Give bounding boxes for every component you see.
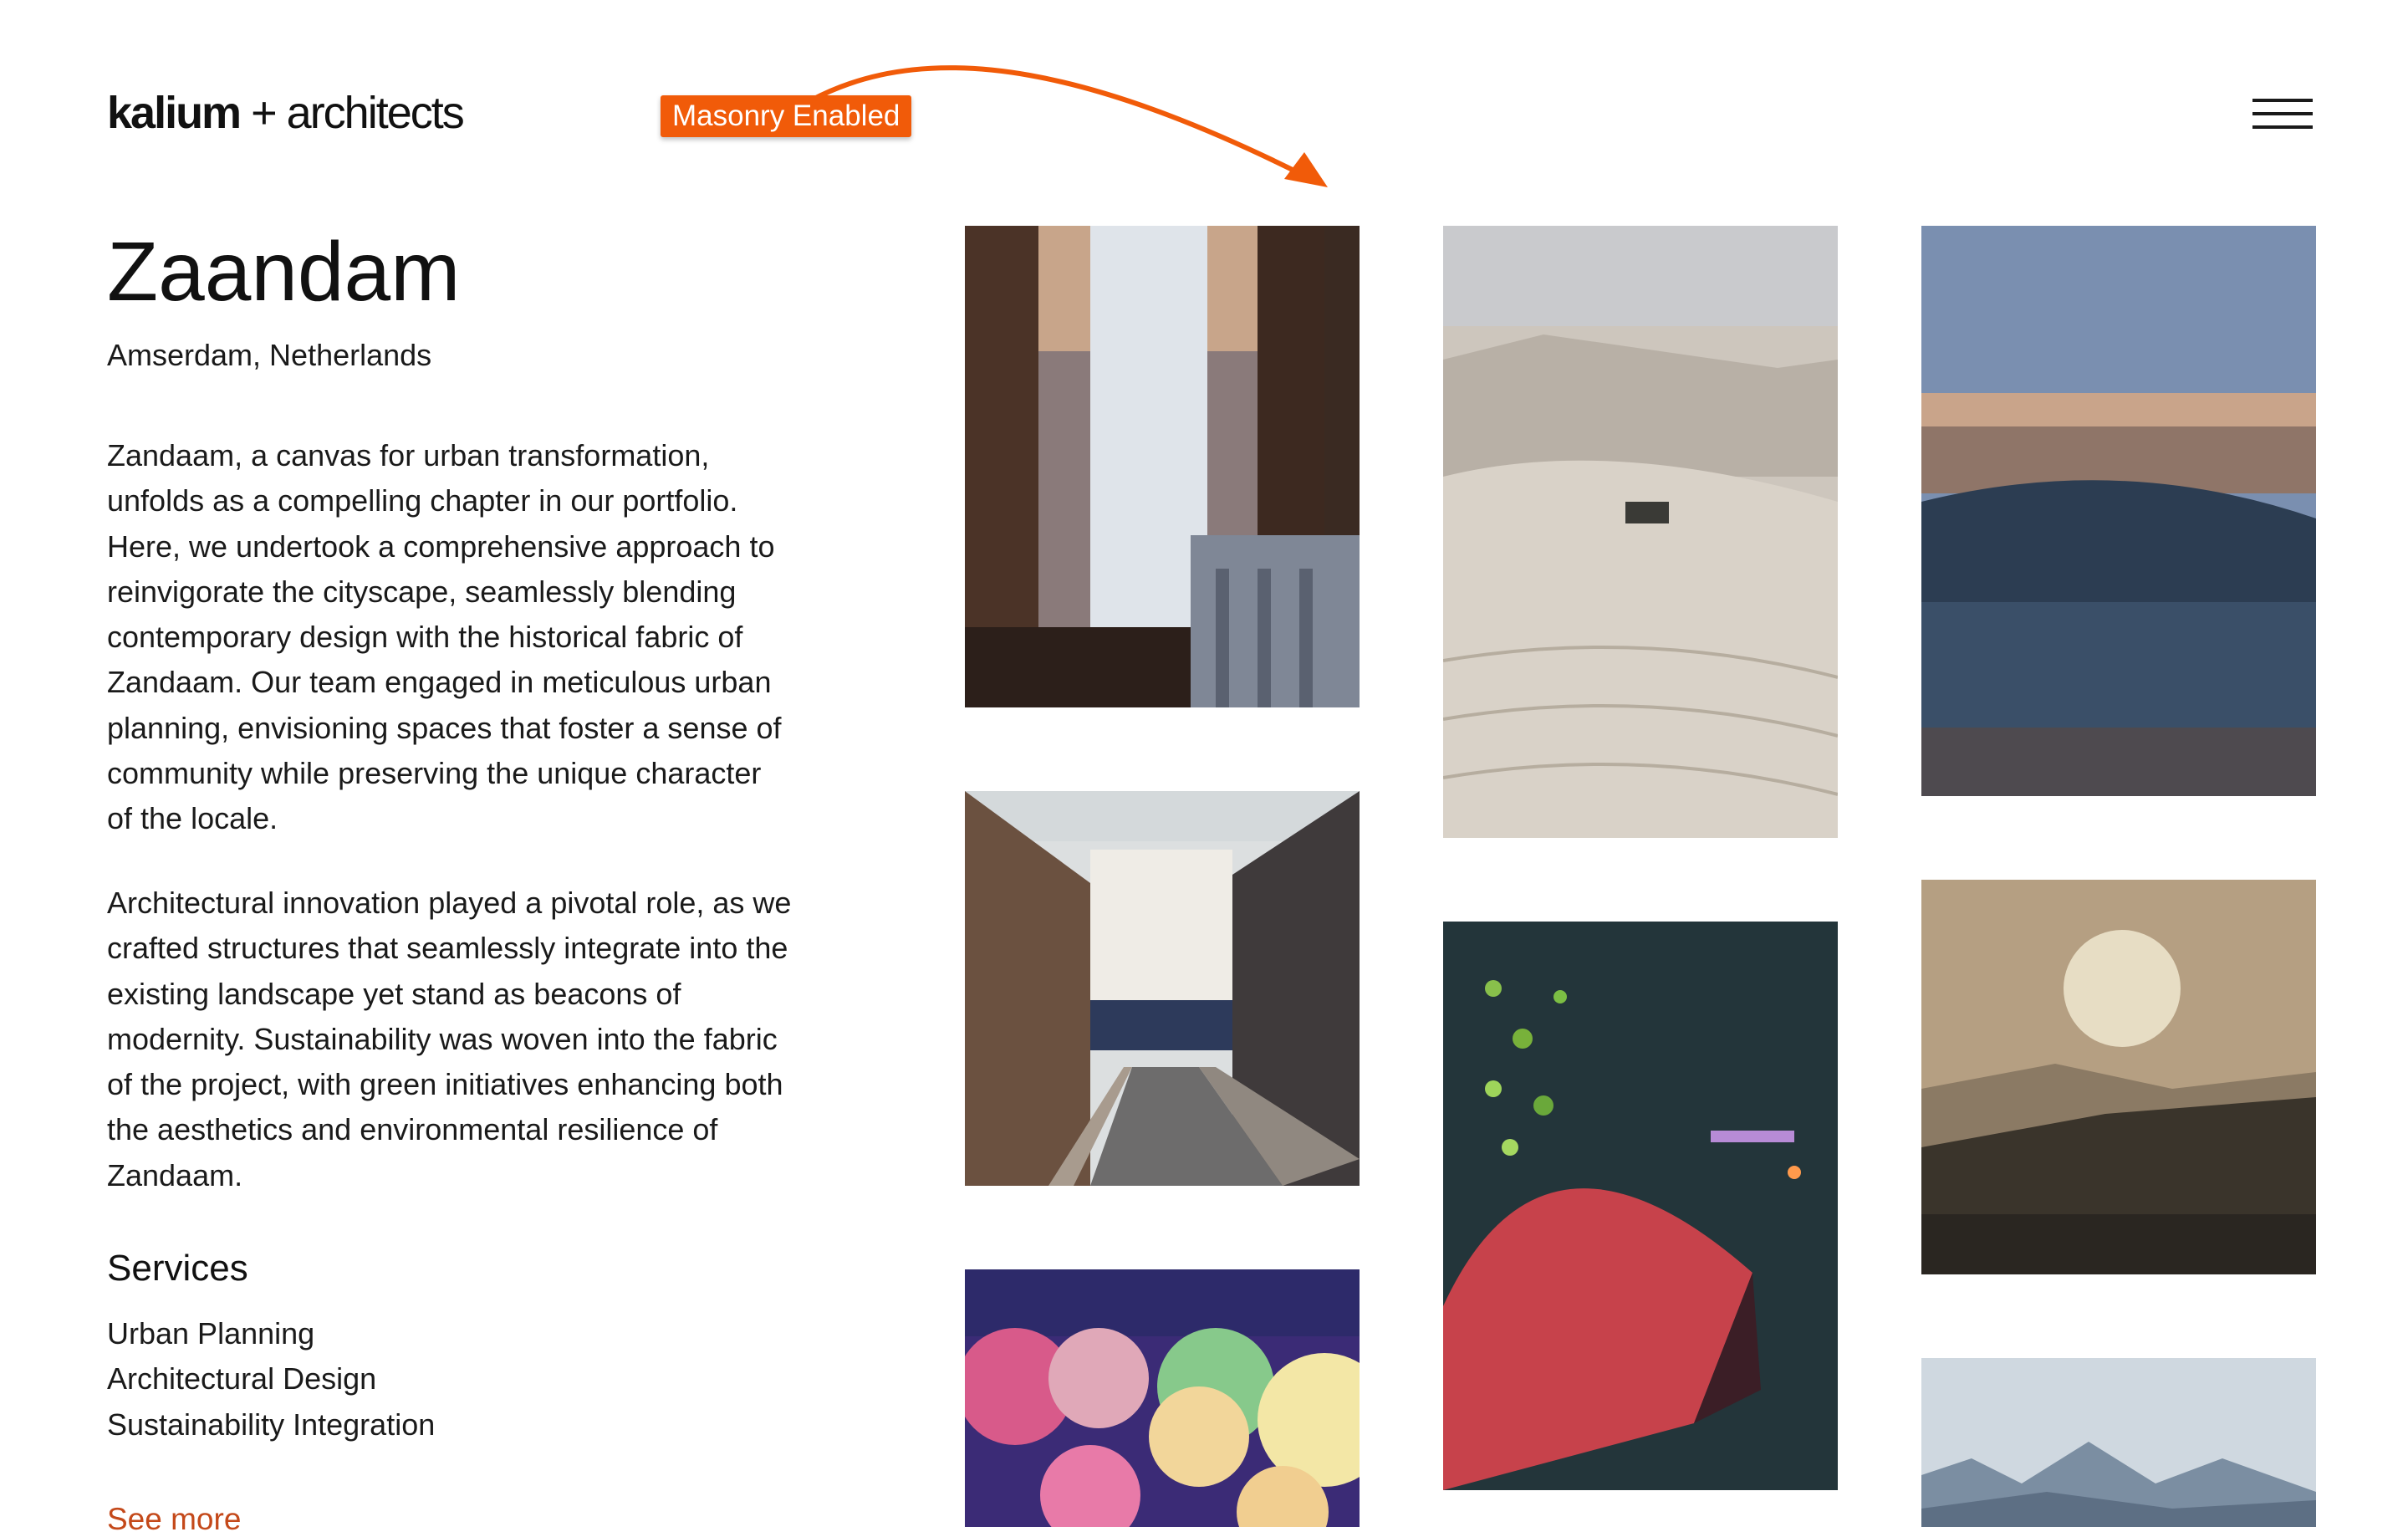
menu-line [2252,99,2313,102]
logo-secondary: architects [286,88,465,138]
project-description-2: Architectural innovation played a pivota… [107,886,792,1192]
services-heading: Services [107,1248,248,1289]
logo-plus: + [251,88,278,138]
services-list: Urban Planning Architectural Design Sust… [107,1311,435,1448]
logo-primary: kalium [107,88,242,138]
service-item: Urban Planning [107,1316,315,1351]
gallery-image-mountains[interactable] [1921,1358,2316,1527]
menu-line [2252,112,2313,115]
project-title: Zaandam [107,225,461,319]
site-logo[interactable]: kalium + architects [107,87,465,139]
see-more-link[interactable]: See more [107,1502,241,1537]
menu-line [2252,125,2313,129]
service-item: Architectural Design [107,1361,377,1397]
gallery-image-bokeh[interactable] [965,1269,1360,1527]
gallery-image-wave[interactable] [1921,226,2316,796]
annotation-arrow-icon [809,65,1328,187]
gallery-image-street[interactable] [965,791,1360,1186]
gallery-image-sunset-hills[interactable] [1921,880,2316,1274]
gallery-image-desert[interactable] [1443,226,1838,838]
hamburger-menu-icon[interactable] [2252,95,2313,132]
gallery-image-umbrella[interactable] [1443,922,1838,1490]
project-description-1: Zandaam, a canvas for urban transformati… [107,438,782,836]
service-item: Sustainability Integration [107,1407,436,1442]
project-location: Amserdam, Netherlands [107,338,432,372]
gallery-image-window[interactable] [965,226,1360,707]
